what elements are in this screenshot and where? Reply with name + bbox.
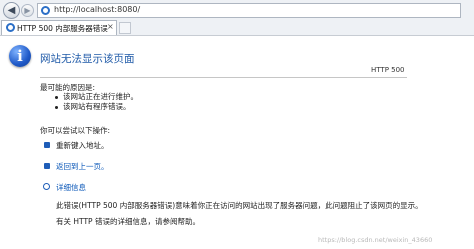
action-icon	[44, 142, 50, 148]
ie-tab-icon	[6, 23, 15, 32]
address-url[interactable]: http://localhost:8080/	[54, 5, 140, 14]
status-code: HTTP 500	[371, 66, 405, 74]
title-divider	[40, 77, 407, 78]
page-title: 网站无法显示该页面	[40, 53, 135, 65]
bullet-icon	[55, 96, 58, 99]
details-toggle[interactable]: 详细信息	[56, 182, 86, 193]
bullet-icon	[55, 106, 58, 109]
watermark: https://blog.csdn.net/weixin_43660	[318, 236, 433, 244]
chevron-up-icon[interactable]	[43, 183, 50, 190]
error-page: i 网站无法显示该页面 HTTP 500 最可能的原因是: 该网站正在进行维护。…	[0, 36, 474, 249]
browser-toolbar: ◀ ▶ http://localhost:8080/ HTTP 500 内部服务…	[0, 0, 474, 36]
action-retype-address: 重新键入地址。	[56, 141, 109, 150]
tab-close-icon[interactable]: ×	[107, 22, 114, 31]
info-icon: i	[9, 45, 31, 67]
reason-item: 该网站有程序错误。	[63, 102, 131, 111]
forward-button[interactable]: ▶	[21, 4, 34, 17]
ie-page-icon	[41, 6, 50, 15]
go-back-link[interactable]: 返回到上一页。	[56, 161, 109, 172]
details-help: 有关 HTTP 错误的详细信息，请参阅帮助。	[56, 217, 200, 226]
new-tab-button[interactable]	[119, 22, 131, 34]
forward-arrow-icon: ▶	[24, 6, 31, 15]
tab-http-500[interactable]: HTTP 500 内部服务器错误 ×	[1, 20, 117, 35]
actions-heading: 你可以尝试以下操作:	[40, 126, 111, 135]
action-icon	[44, 163, 50, 169]
tab-label: HTTP 500 内部服务器错误	[17, 24, 108, 33]
details-text: 此错误(HTTP 500 内部服务器错误)意味着你正在访问的网站出现了服务器问题…	[56, 201, 423, 210]
back-button[interactable]: ◀	[3, 2, 20, 19]
back-arrow-icon: ◀	[7, 5, 16, 16]
address-bar[interactable]: http://localhost:8080/	[37, 3, 461, 18]
